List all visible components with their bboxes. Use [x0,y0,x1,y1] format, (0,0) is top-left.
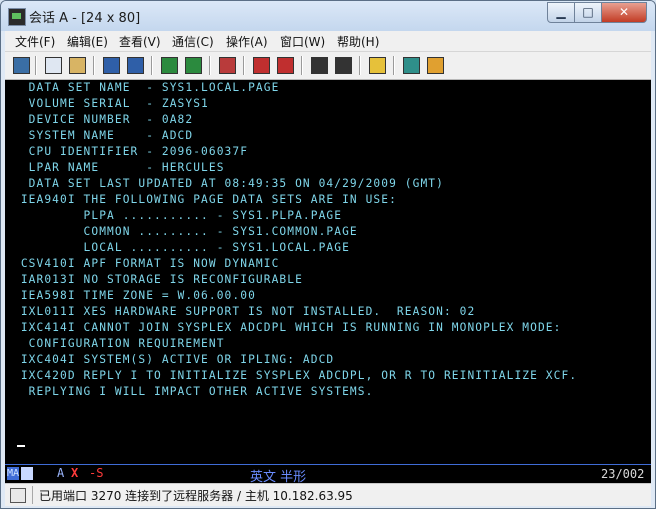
toolbar-button-disconnect[interactable] [333,55,353,75]
palette-icon [403,57,420,74]
menu-view[interactable]: 查看(V) [119,33,161,50]
title-bar[interactable]: 会话 A - [24 x 80] ▁ □ ✕ [1,1,655,31]
toolbar-button-paste[interactable] [67,55,87,75]
operator-information-area: MA A X -S 英文 半形 23/002 [5,464,651,485]
menu-help[interactable]: 帮助(H) [337,33,379,50]
terminal-line: COMMON ......... - SYS1.COMMON.PAGE [13,225,358,238]
toolbar-button-clipboard[interactable] [367,55,387,75]
toolbar-button-display-setup[interactable] [159,55,179,75]
toolbar-button-connect[interactable] [309,55,329,75]
text-cursor [17,445,25,447]
terminal-line: IXC414I CANNOT JOIN SYSPLEX ADCDPL WHICH… [13,321,562,334]
keyboard-map-icon [185,57,202,74]
copy-icon [45,57,62,74]
terminal-line: CSV410I APF FORMAT IS NOW DYNAMIC [13,257,280,270]
terminal-line: SYSTEM NAME - ADCD [13,129,194,142]
status-bar: 已用端口 3270 连接到了远程服务器 / 主机 10.182.63.95 [5,483,651,506]
terminal-line: DEVICE NUMBER - 0A82 [13,113,194,126]
toolbar-button-copy[interactable] [43,55,63,75]
disconnect-icon [335,57,352,74]
toolbar-button-receive-file[interactable] [125,55,145,75]
toolbar-button-keyboard-map[interactable] [183,55,203,75]
terminal-line: IXC404I SYSTEM(S) ACTIVE OR IPLING: ADCD [13,353,335,366]
toolbar-separator [35,56,37,75]
clipboard-icon [369,57,386,74]
toolbar-separator [93,56,95,75]
terminal-window: 会话 A - [24 x 80] ▁ □ ✕ 文件(F) 编辑(E) 查看(V)… [0,0,656,509]
menu-edit[interactable]: 编辑(E) [67,33,108,50]
oia-lock-indicator: A [57,466,65,480]
toolbar-separator [301,56,303,75]
terminal-line: IEA940I THE FOLLOWING PAGE DATA SETS ARE… [13,193,397,206]
terminal-line: DATA SET LAST UPDATED AT 08:49:35 ON 04/… [13,177,444,190]
terminal-line: VOLUME SERIAL - ZASYS1 [13,97,209,110]
toolbar-separator [393,56,395,75]
chart-icon [219,57,236,74]
menu-window[interactable]: 窗口(W) [280,33,325,50]
status-divider [32,486,33,504]
cursor-position: 23/002 [601,467,645,481]
terminal-line: IAR013I NO STORAGE IS RECONFIGURABLE [13,273,303,286]
toolbar-separator [209,56,211,75]
display-setup-icon [161,57,178,74]
toolbar-button-macro-record[interactable] [275,55,295,75]
status-text: 已用端口 3270 连接到了远程服务器 / 主机 10.182.63.95 [39,489,353,503]
terminal-line: LPAR NAME - HERCULES [13,161,225,174]
toolbar [5,52,651,80]
connection-status-icon [10,488,26,503]
connection-indicator [21,467,33,480]
terminal-line: CPU IDENTIFIER - 2096-06037F [13,145,249,158]
terminal-line: REPLYING I WILL IMPACT OTHER ACTIVE SYST… [13,385,374,398]
macro-record-icon [277,57,294,74]
toolbar-button-palette[interactable] [401,55,421,75]
terminal-line: CONFIGURATION REQUIREMENT [13,337,225,350]
ma-indicator: MA [7,467,20,480]
toolbar-separator [151,56,153,75]
toolbar-button-chart[interactable] [217,55,237,75]
toolbar-button-print-screen[interactable] [11,55,31,75]
terminal-line: PLPA ........... - SYS1.PLPA.PAGE [13,209,343,222]
terminal-line: IXC420D REPLY I TO INITIALIZE SYSPLEX AD… [13,369,578,382]
terminal-line: LOCAL .......... - SYS1.LOCAL.PAGE [13,241,350,254]
macro-play-icon [253,57,270,74]
toolbar-button-settings[interactable] [425,55,445,75]
close-button[interactable]: ✕ [601,2,647,23]
toolbar-button-macro-play[interactable] [251,55,271,75]
toolbar-separator [359,56,361,75]
app-icon[interactable] [8,8,26,26]
menu-bar: 文件(F) 编辑(E) 查看(V) 通信(C) 操作(A) 窗口(W) 帮助(H… [5,31,651,52]
system-indicator: -S [89,466,104,480]
minimize-button[interactable]: ▁ [547,2,575,23]
terminal-screen[interactable]: DATA SET NAME - SYS1.LOCAL.PAGE VOLUME S… [5,80,651,464]
send-file-icon [103,57,120,74]
input-inhibited-indicator: X [71,466,79,480]
menu-file[interactable]: 文件(F) [15,33,55,50]
receive-file-icon [127,57,144,74]
print-screen-icon [13,57,30,74]
maximize-button[interactable]: □ [574,2,602,23]
menu-action[interactable]: 操作(A) [226,33,268,50]
toolbar-separator [243,56,245,75]
connect-icon [311,57,328,74]
window-title: 会话 A - [24 x 80] [29,11,141,26]
settings-icon [427,57,444,74]
paste-icon [69,57,86,74]
terminal-line: IXL011I XES HARDWARE SUPPORT IS NOT INST… [13,305,476,318]
terminal-line: IEA598I TIME ZONE = W.06.00.00 [13,289,256,302]
terminal-line: DATA SET NAME - SYS1.LOCAL.PAGE [13,81,280,94]
menu-communication[interactable]: 通信(C) [172,33,214,50]
toolbar-button-send-file[interactable] [101,55,121,75]
